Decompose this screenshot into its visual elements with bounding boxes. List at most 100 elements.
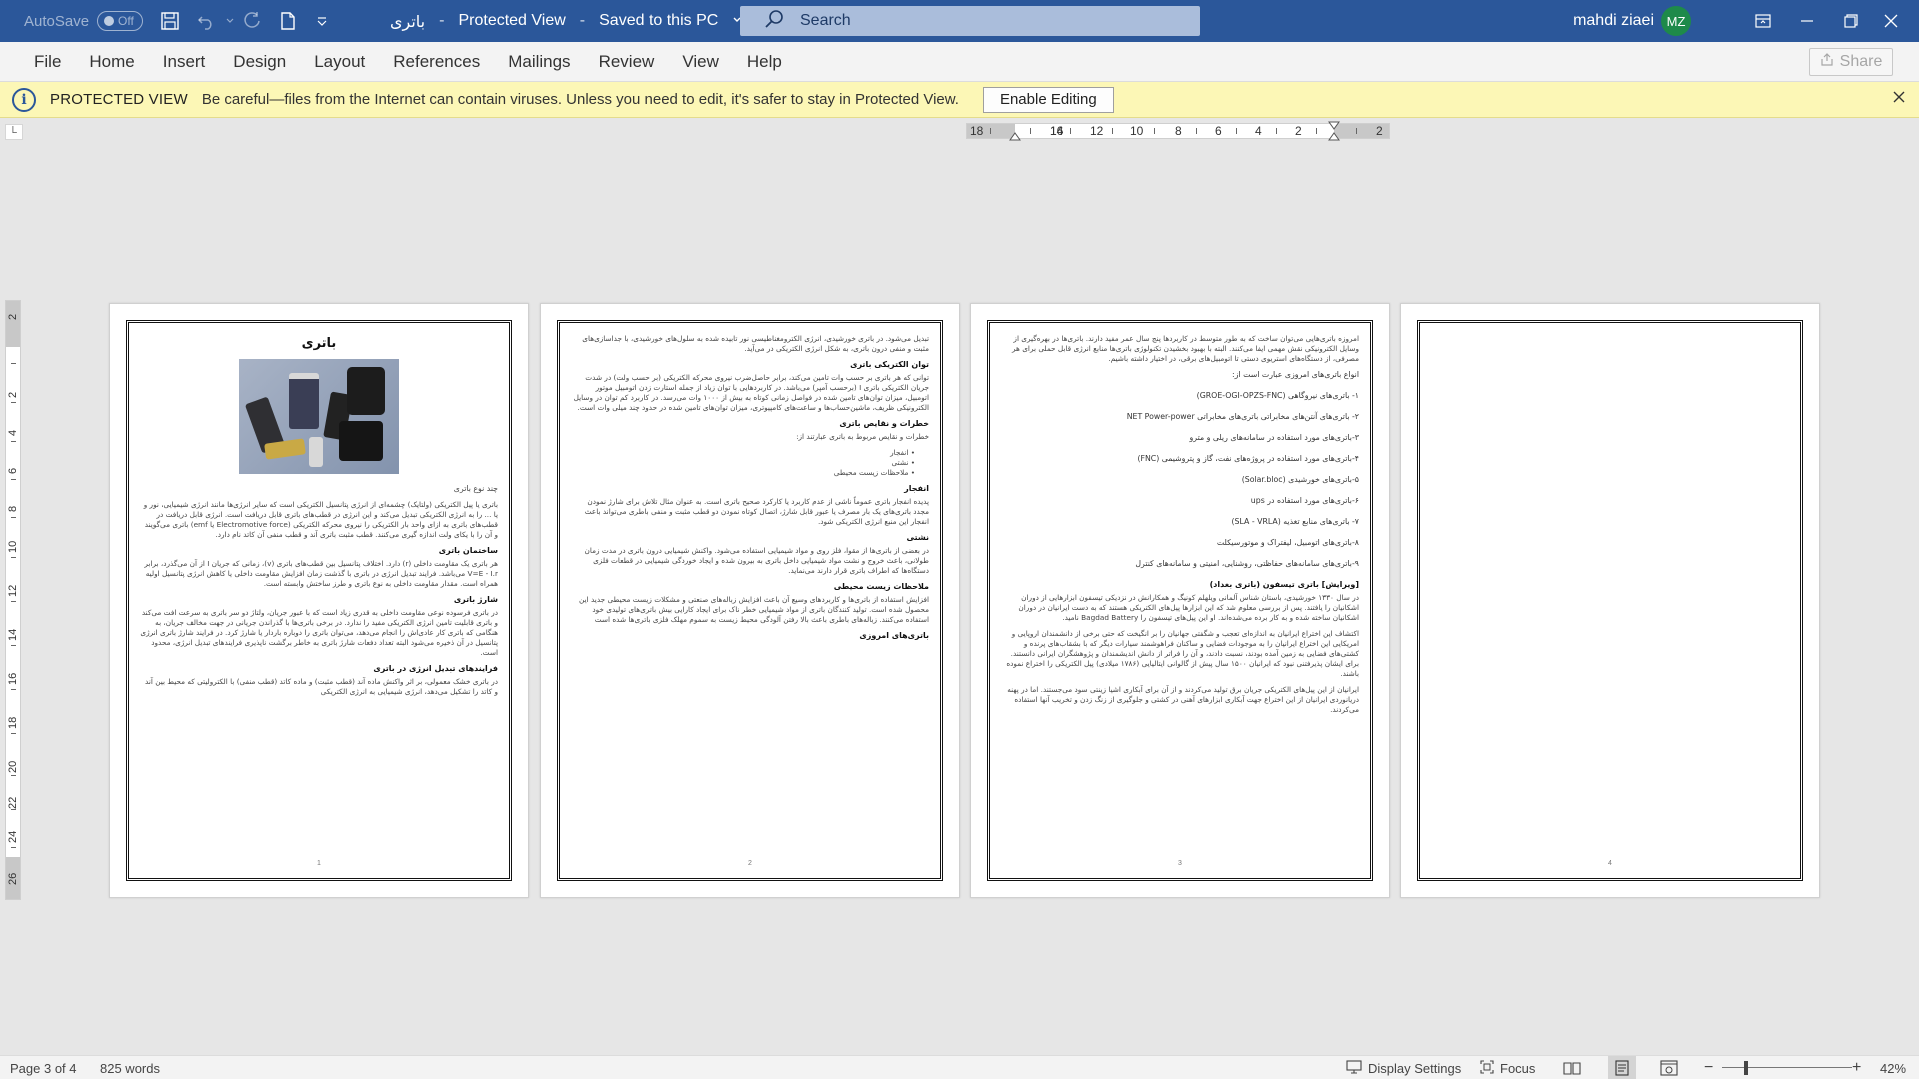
tab-mailings[interactable]: Mailings <box>494 52 584 72</box>
ruler-label: 24 <box>7 830 19 844</box>
autosave-toggle[interactable]: Off <box>97 11 144 31</box>
ruler-label: 12 <box>7 584 19 598</box>
ruler-label: 16 <box>7 672 19 686</box>
ruler-label: 6 <box>1215 124 1222 138</box>
word-count[interactable]: 825 words <box>100 1056 160 1079</box>
section-heading: ساختمان باتری <box>438 546 498 555</box>
tab-view[interactable]: View <box>668 52 733 72</box>
horizontal-ruler[interactable]: 18 16 14 12 10 8 6 4 2 2 <box>966 121 1390 141</box>
ruler-label: 18 <box>970 124 984 138</box>
tab-help[interactable]: Help <box>733 52 796 72</box>
bullet-item: • انفجار <box>890 448 915 457</box>
document-page-2[interactable]: تبدیل می‌شود. در باتری خورشیدی، انرژی ال… <box>540 303 960 898</box>
title-bar: AutoSave Off باتری - Protected View - Sa… <box>0 0 1919 42</box>
status-bar: Page 3 of 4 825 words Display Settings F… <box>0 1055 1919 1079</box>
undo-icon[interactable] <box>194 9 218 33</box>
tab-references[interactable]: References <box>379 52 494 72</box>
info-icon: i <box>12 87 36 112</box>
save-icon[interactable] <box>158 9 182 33</box>
autosave-control[interactable]: AutoSave Off <box>24 0 144 42</box>
ruler-label: 2 <box>1376 124 1383 138</box>
paragraph: افزایش استفاده از باتری‌ها و کاربردهای و… <box>579 595 929 624</box>
tab-home[interactable]: Home <box>75 52 148 72</box>
focus-button[interactable]: Focus <box>1480 1056 1535 1079</box>
share-button[interactable]: Share <box>1809 48 1893 76</box>
undo-dropdown-icon[interactable] <box>218 9 242 33</box>
ruler-tick <box>11 363 16 364</box>
zoom-slider-thumb[interactable] <box>1744 1061 1748 1075</box>
ruler-tick <box>11 557 16 558</box>
share-icon <box>1820 52 1834 72</box>
document-page-3[interactable]: امروزه باتری‌هایی می‌توان ساخت که به طور… <box>970 303 1390 898</box>
ruler-tick <box>11 775 16 776</box>
search-placeholder: Search <box>800 12 851 29</box>
page-count[interactable]: Page 3 of 4 <box>10 1056 77 1079</box>
view-mode: Protected View <box>458 12 566 29</box>
document-title[interactable]: باتری - Protected View - Saved to this P… <box>390 0 742 42</box>
title-separator: - <box>439 12 445 29</box>
display-settings-button[interactable]: Display Settings <box>1346 1056 1461 1079</box>
tab-layout[interactable]: Layout <box>300 52 379 72</box>
ruler-label: 22 <box>7 796 19 810</box>
close-icon[interactable] <box>1893 90 1905 108</box>
web-layout-icon[interactable] <box>1660 1056 1678 1079</box>
bullet-item: • نشتی <box>891 458 915 467</box>
document-page-1[interactable]: باتری چند نوع باتری باتری یا پیل الکتریک… <box>109 303 529 898</box>
zoom-out-button[interactable]: − <box>1704 1056 1713 1079</box>
paragraph: خطرات و نقایص مربوط به باتری عبارتند از: <box>796 432 929 441</box>
list-item: ۲- باتری‌های آنتن‌های مخابراتی باتری‌های… <box>1126 412 1359 421</box>
autosave-state: Off <box>118 14 134 28</box>
ruler-label: 26 <box>7 872 19 886</box>
protected-view-bar: i PROTECTED VIEW Be careful—files from t… <box>0 82 1919 118</box>
read-mode-icon[interactable] <box>1563 1056 1581 1079</box>
ruler-label: 2 <box>7 391 19 399</box>
ruler-label: 8 <box>1175 124 1182 138</box>
battery-shape <box>339 421 383 461</box>
tab-insert[interactable]: Insert <box>149 52 220 72</box>
page-content: امروزه باتری‌هایی می‌توان ساخت که به طور… <box>1001 334 1359 867</box>
display-settings-label: Display Settings <box>1368 1060 1462 1076</box>
paragraph: اکتشاف این اختراع ایرانیان به اندازه‌ای … <box>1006 629 1359 678</box>
list-item: ۶-باتری‌های مورد استفاده در ups <box>1250 496 1359 505</box>
ruler-tick <box>11 402 16 403</box>
left-indent-marker-icon[interactable] <box>1009 129 1021 141</box>
tab-design[interactable]: Design <box>219 52 300 72</box>
section-heading: انفجار <box>904 484 929 493</box>
ruler-tick <box>990 128 991 134</box>
focus-icon <box>1480 1059 1494 1077</box>
ruler-tick <box>11 809 16 810</box>
paragraph: در باتری فرسوده نوعی مقاومت داخلی به قدر… <box>140 608 498 657</box>
batteries-photo <box>239 359 399 474</box>
page-title: باتری <box>301 336 337 351</box>
zoom-level[interactable]: 42% <box>1880 1056 1906 1079</box>
list-item: ۳-باتری‌های مورد استفاده در سامانه‌های ر… <box>1189 433 1359 442</box>
vertical-ruler[interactable]: 2 2 4 6 8 10 12 14 16 18 20 22 24 26 <box>5 300 21 900</box>
paragraph: پدیده انفجار باتری عموماً ناشی از عدم کا… <box>584 497 929 526</box>
page-number: 4 <box>1608 860 1612 867</box>
enable-editing-button[interactable]: Enable Editing <box>982 86 1114 113</box>
zoom-in-button[interactable]: + <box>1852 1056 1861 1079</box>
print-layout-icon[interactable] <box>1608 1056 1636 1079</box>
new-document-icon[interactable] <box>276 9 300 33</box>
paragraph: در بعضی از باتری‌ها از مقوا، فلز روی و م… <box>584 546 929 575</box>
account-name[interactable]: mahdi ziaei <box>1573 0 1654 42</box>
paragraph: امروزه باتری‌هایی می‌توان ساخت که به طور… <box>1012 334 1359 363</box>
first-line-indent-marker-icon[interactable] <box>1328 121 1340 143</box>
avatar[interactable]: MZ <box>1661 6 1691 36</box>
customize-toolbar-icon[interactable] <box>310 9 334 33</box>
search-icon <box>764 9 784 34</box>
save-status: Saved to this PC <box>599 12 719 29</box>
bullet-text: انفجار <box>890 448 909 457</box>
paragraph: چند نوع باتری <box>453 484 498 493</box>
document-page-4[interactable]: 4 <box>1400 303 1820 898</box>
paragraph: در سال ۱۳۳۰ خورشیدی، باستان شناس آلمانی … <box>1018 593 1359 622</box>
ruler-label: 2 <box>1295 124 1302 138</box>
tab-selector-icon[interactable]: └ <box>5 124 23 140</box>
battery-shape <box>309 437 323 467</box>
zoom-slider[interactable] <box>1722 1067 1852 1068</box>
close-icon[interactable] <box>1863 0 1919 42</box>
redo-icon[interactable] <box>240 9 264 33</box>
tab-file[interactable]: File <box>20 52 75 72</box>
tab-review[interactable]: Review <box>585 52 669 72</box>
search-input[interactable]: Search <box>740 6 1200 36</box>
